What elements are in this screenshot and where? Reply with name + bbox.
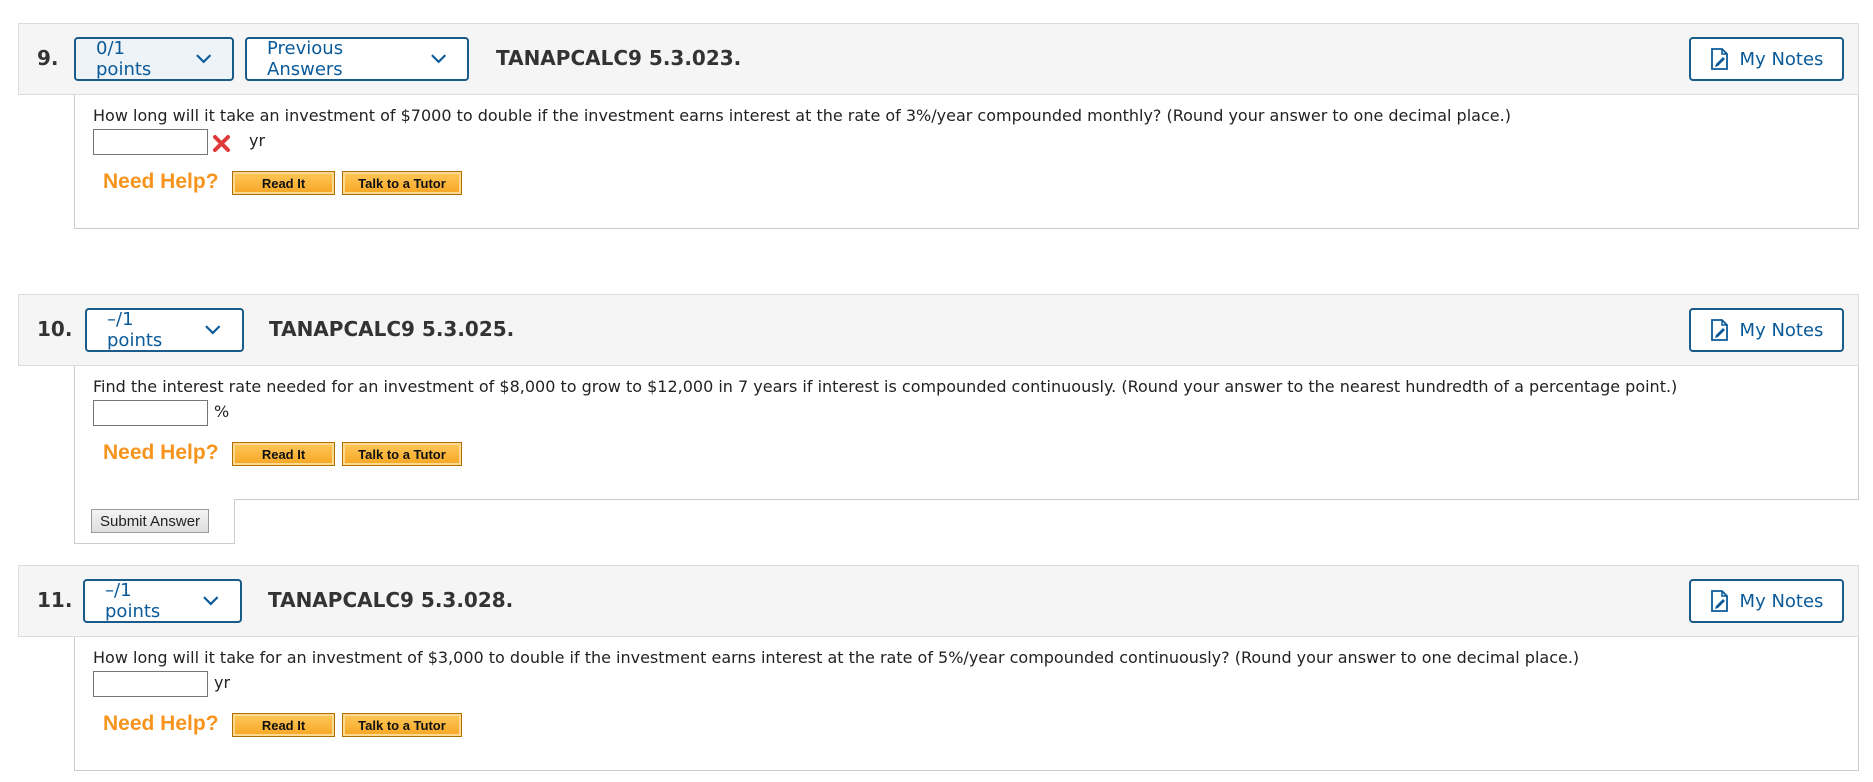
my-notes-label: My Notes (1739, 319, 1824, 341)
talk-to-tutor-button[interactable]: Talk to a Tutor (342, 442, 462, 466)
answer-input[interactable] (93, 400, 208, 426)
question-number: 9. (37, 46, 59, 70)
note-edit-icon (1710, 48, 1728, 70)
question-text: How long will it take for an investment … (93, 648, 1580, 667)
note-edit-icon (1710, 319, 1728, 341)
points-dropdown[interactable]: –/1 points (85, 308, 244, 352)
question-number: 10. (37, 317, 73, 341)
read-it-button[interactable]: Read It (232, 442, 335, 466)
question-9-header: 9. 0/1 points Previous Answers TANAPCALC… (18, 23, 1859, 95)
my-notes-label: My Notes (1739, 590, 1824, 612)
answer-unit: yr (214, 673, 231, 692)
points-dropdown[interactable]: –/1 points (83, 579, 242, 623)
answer-unit: % (214, 402, 230, 421)
submit-area: Submit Answer (74, 499, 235, 544)
question-11-header: 11. –/1 points TANAPCALC9 5.3.028. My No… (18, 565, 1859, 637)
chevron-down-icon (205, 325, 221, 335)
my-notes-button[interactable]: My Notes (1689, 37, 1844, 81)
points-label: –/1 points (105, 580, 161, 622)
talk-to-tutor-button[interactable]: Talk to a Tutor (342, 171, 462, 195)
answer-input[interactable] (93, 129, 208, 155)
note-edit-icon (1710, 590, 1728, 612)
submit-answer-button[interactable]: Submit Answer (91, 509, 210, 533)
question-text: Find the interest rate needed for an inv… (93, 377, 1678, 396)
incorrect-x-icon (213, 135, 230, 152)
my-notes-button[interactable]: My Notes (1689, 579, 1844, 623)
answer-input[interactable] (93, 671, 208, 697)
my-notes-button[interactable]: My Notes (1689, 308, 1844, 352)
answer-unit: yr (249, 131, 266, 150)
chevron-down-icon (195, 54, 211, 64)
points-label: –/1 points (107, 309, 163, 351)
need-help-label: Need Help? (103, 170, 219, 193)
chevron-down-icon (430, 54, 446, 64)
need-help-label: Need Help? (103, 441, 219, 464)
chevron-down-icon (203, 596, 219, 606)
talk-to-tutor-button[interactable]: Talk to a Tutor (342, 713, 462, 737)
previous-answers-dropdown[interactable]: Previous Answers (245, 37, 469, 81)
question-code: TANAPCALC9 5.3.028. (268, 588, 514, 612)
points-dropdown[interactable]: 0/1 points (74, 37, 234, 81)
question-code: TANAPCALC9 5.3.023. (496, 46, 742, 70)
need-help-label: Need Help? (103, 712, 219, 735)
read-it-button[interactable]: Read It (232, 713, 335, 737)
question-code: TANAPCALC9 5.3.025. (269, 317, 515, 341)
my-notes-label: My Notes (1739, 48, 1824, 70)
question-number: 11. (37, 588, 73, 612)
question-10-header: 10. –/1 points TANAPCALC9 5.3.025. My No… (18, 294, 1859, 366)
read-it-button[interactable]: Read It (232, 171, 335, 195)
previous-answers-label: Previous Answers (267, 38, 344, 80)
points-label: 0/1 points (96, 38, 152, 80)
question-text: How long will it take an investment of $… (93, 106, 1511, 125)
